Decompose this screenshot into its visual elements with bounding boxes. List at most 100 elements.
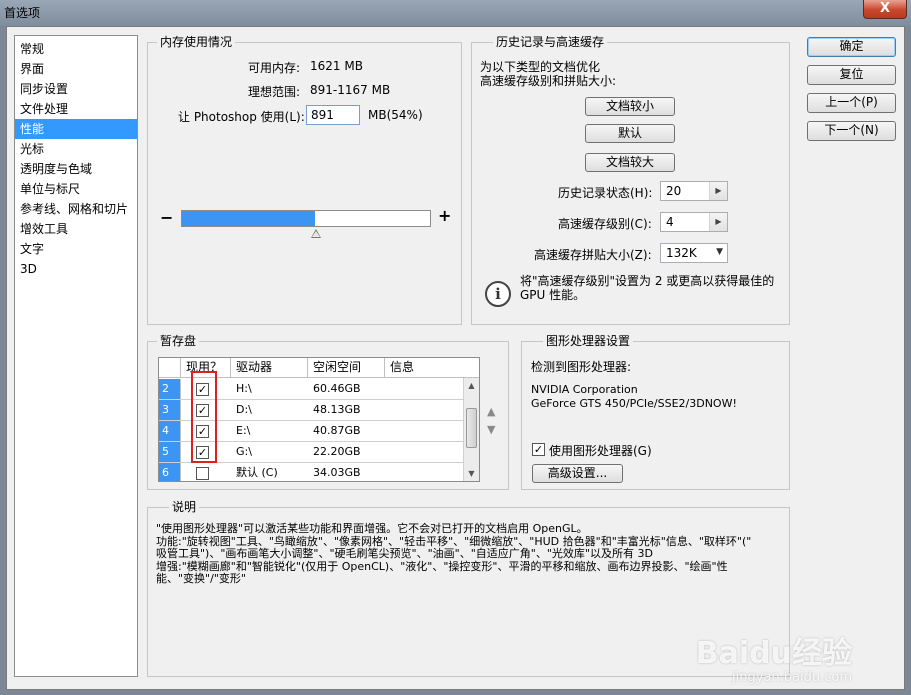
chevron-right-icon[interactable]: ▶: [709, 213, 727, 231]
table-row[interactable]: 6 默认 (C) 34.03GB: [159, 463, 463, 481]
nav-item[interactable]: 文件处理: [15, 99, 137, 119]
scroll-down-icon[interactable]: ▼: [464, 466, 479, 481]
nav-item[interactable]: 性能: [15, 119, 137, 139]
gpu-model: GeForce GTS 450/PCIe/SSE2/3DNOW!: [531, 397, 737, 410]
next-button[interactable]: 下一个(N): [807, 121, 896, 141]
category-list[interactable]: 常规 界面 同步设置 文件处理 性能 光标 透明度与色域 单位与标尺 参考线、网格和切片 增效工具…: [14, 35, 138, 677]
title-bar: 首选项 X: [0, 0, 911, 26]
row-number: 3: [159, 400, 181, 420]
optimize-desc-line2: 高速缓存级别和拼贴大小:: [480, 74, 617, 88]
use-gpu-checkbox[interactable]: ✓: [532, 443, 545, 456]
row-number: 4: [159, 421, 181, 441]
row-free-space: 60.46GB: [313, 382, 361, 395]
nav-item[interactable]: 常规: [15, 39, 137, 59]
window-title: 首选项: [4, 6, 41, 20]
available-memory-label: 可用内存:: [248, 61, 301, 75]
history-cache-title: 历史记录与高速缓存: [493, 35, 608, 49]
header-num: [159, 358, 181, 378]
cache-tile-size-label: 高速缓存拼贴大小(Z):: [534, 248, 652, 262]
row-drive: E:\: [236, 424, 251, 437]
watermark-url: jingyan.baidu.com: [732, 670, 852, 685]
history-states-stepper[interactable]: 20 ▶: [660, 181, 728, 201]
prev-button[interactable]: 上一个(P): [807, 93, 896, 113]
nav-item[interactable]: 参考线、网格和切片: [15, 199, 137, 219]
highlight-box: [191, 371, 217, 463]
info-icon: i: [485, 281, 511, 307]
move-up-icon[interactable]: ▲: [487, 405, 495, 418]
row-number: 6: [159, 463, 181, 481]
gpu-settings-title: 图形处理器设置: [543, 334, 634, 348]
scrollbar-thumb[interactable]: [466, 408, 477, 448]
nav-item[interactable]: 光标: [15, 139, 137, 159]
memory-usage-title: 内存使用情况: [157, 35, 236, 49]
description-line: 增强:"模糊画廊"和"智能锐化"(仅用于 OpenCL)、"液化"、"操控变形"…: [156, 559, 728, 573]
description-group: 说明 "使用图形处理器"可以激活某些功能和界面增强。它不会对已打开的文档启用 O…: [147, 500, 790, 677]
nav-item[interactable]: 界面: [15, 59, 137, 79]
row-number: 5: [159, 442, 181, 462]
nav-item[interactable]: 3D: [15, 259, 137, 279]
cache-tile-size-value: 132K: [666, 246, 697, 260]
memory-slider[interactable]: [181, 210, 431, 227]
table-scrollbar[interactable]: ▲ ▼: [463, 378, 479, 481]
cache-levels-stepper[interactable]: 4 ▶: [660, 212, 728, 232]
row-drive: D:\: [236, 403, 252, 416]
nav-item[interactable]: 增效工具: [15, 219, 137, 239]
scratch-disks-group: 暂存盘 现用？ 驱动器 空闲空间 信息 2 ✓ H:\ 60.46GB 3 ✓ D:\ 48.…: [147, 334, 509, 490]
close-button[interactable]: X: [863, 0, 907, 19]
history-states-value: 20: [666, 184, 682, 198]
preferences-dialog: 常规 界面 同步设置 文件处理 性能 光标 透明度与色域 单位与标尺 参考线、网格和切片 增效工具…: [6, 26, 905, 690]
reset-button[interactable]: 复位: [807, 65, 896, 85]
gpu-vendor: NVIDIA Corporation: [531, 383, 638, 396]
increase-icon[interactable]: +: [438, 206, 451, 225]
cache-levels-label: 高速缓存级别(C):: [558, 217, 652, 231]
chevron-down-icon: ▼: [716, 247, 723, 257]
gpu-detected-label: 检测到图形处理器:: [531, 360, 632, 374]
description-line: 吸管工具")、"画布画笔大小调整"、"硬毛刷笔尖预览"、"油画"、"自适应广角"…: [156, 547, 653, 560]
nav-item[interactable]: 同步设置: [15, 79, 137, 99]
let-photoshop-use-label: 让 Photoshop 使用(L):: [178, 110, 305, 124]
memory-unit-label: MB(54%): [368, 108, 423, 122]
header-drive[interactable]: 驱动器: [231, 358, 308, 378]
row-drive: H:\: [236, 382, 252, 395]
description-title: 说明: [169, 500, 200, 514]
nav-item[interactable]: 单位与标尺: [15, 179, 137, 199]
decrease-icon[interactable]: −: [160, 208, 173, 227]
advanced-settings-button[interactable]: 高级设置...: [532, 464, 623, 483]
memory-usage-group: 内存使用情况 可用内存: 1621 MB 理想范围: 891-1167 MB 让…: [147, 35, 462, 325]
row-drive: G:\: [236, 445, 252, 458]
cache-tile-size-select[interactable]: 132K ▼: [660, 243, 728, 263]
row-free-space: 22.20GB: [313, 445, 361, 458]
ok-button[interactable]: 确定: [807, 37, 896, 57]
scroll-up-icon[interactable]: ▲: [464, 378, 479, 394]
header-info[interactable]: 信息: [385, 358, 479, 378]
history-cache-group: 历史记录与高速缓存 为以下类型的文档优化 高速缓存级别和拼贴大小: 文档较小 默…: [471, 35, 790, 325]
gpu-tip-line2: GPU 性能。: [520, 288, 586, 302]
default-docs-button[interactable]: 默认: [585, 124, 675, 143]
large-docs-button[interactable]: 文档较大: [585, 153, 675, 172]
nav-item[interactable]: 透明度与色域: [15, 159, 137, 179]
scratch-disks-title: 暂存盘: [157, 334, 200, 348]
header-free-space[interactable]: 空闲空间: [308, 358, 385, 378]
row-free-space: 40.87GB: [313, 424, 361, 437]
gpu-settings-group: 图形处理器设置 检测到图形处理器: NVIDIA Corporation GeF…: [521, 334, 790, 490]
ideal-range-label: 理想范围:: [248, 85, 301, 99]
memory-slider-thumb[interactable]: [311, 229, 321, 238]
history-states-label: 历史记录状态(H):: [558, 186, 653, 200]
cache-levels-value: 4: [666, 215, 674, 229]
memory-usage-input[interactable]: 891: [306, 105, 360, 125]
baidu-watermark: Baidu经验 jingyan.baidu.com: [695, 636, 852, 686]
move-down-icon[interactable]: ▼: [487, 423, 495, 436]
row-drive: 默认 (C): [236, 466, 278, 479]
row-number: 2: [159, 379, 181, 399]
ideal-range-value: 891-1167 MB: [310, 83, 391, 97]
row-active-checkbox[interactable]: [196, 467, 209, 480]
watermark-brand: Baidu经验: [695, 636, 852, 671]
chevron-right-icon[interactable]: ▶: [709, 182, 727, 200]
description-line: 能、"变换"/"变形": [156, 572, 246, 585]
memory-slider-fill: [182, 211, 315, 226]
nav-item[interactable]: 文字: [15, 239, 137, 259]
use-gpu-label: 使用图形处理器(G): [549, 444, 652, 458]
available-memory-value: 1621 MB: [310, 59, 363, 73]
row-free-space: 34.03GB: [313, 466, 361, 479]
small-docs-button[interactable]: 文档较小: [585, 97, 675, 116]
